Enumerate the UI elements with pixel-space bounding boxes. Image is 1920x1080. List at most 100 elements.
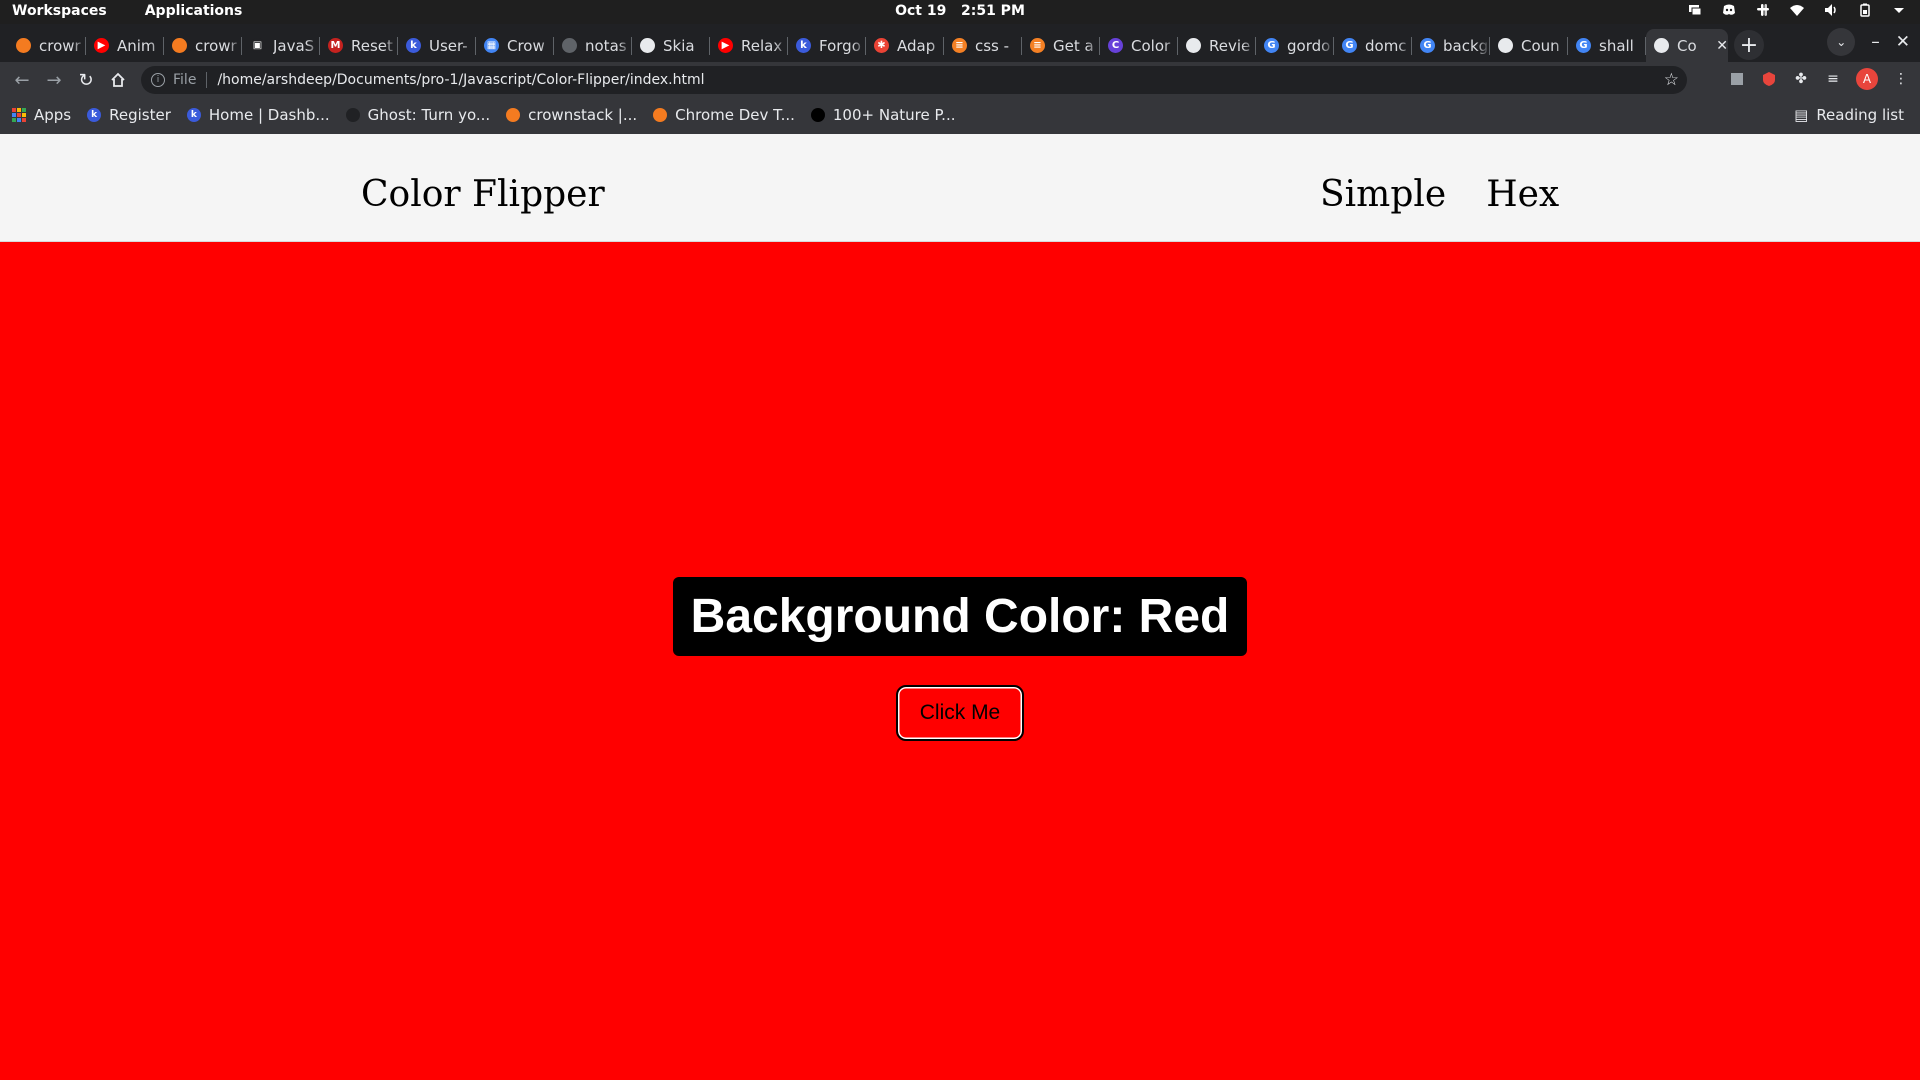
back-arrow-icon[interactable]: ← [9,67,35,93]
tab-title: Revie [1209,36,1251,55]
wifi-icon[interactable] [1790,3,1804,17]
tab-favicon-icon: C [1108,38,1123,53]
slack-icon[interactable] [1756,3,1770,17]
chevron-down-icon[interactable] [1892,3,1906,17]
info-icon[interactable]: i [151,73,165,87]
tab[interactable]: Coun [1490,29,1568,62]
tab-title: JavaS [273,36,315,55]
tab-favicon-icon: ▦ [484,38,499,53]
reading-list-icon: ▤ [1794,106,1809,124]
media-queue-icon[interactable]: ≡ [1824,70,1842,88]
bookmark-item[interactable]: 100+ Nature P... [810,106,956,124]
extension-square-icon[interactable] [1728,70,1746,88]
tab[interactable]: ✱ Adap [866,29,944,62]
window-controls: ⌄ – ✕ [1827,28,1910,56]
bookmark-item[interactable]: Apps [12,106,71,124]
tab-favicon-icon [1654,38,1669,53]
tab-favicon-icon [640,38,655,53]
kebab-menu-icon[interactable]: ⋮ [1892,70,1910,88]
tab-favicon-icon [172,38,187,53]
tab-favicon-icon: ✱ [874,38,889,53]
system-clock[interactable]: Oct 19 2:51 PM [0,3,1920,19]
tab-favicon-icon: ≡ [952,38,967,53]
bookmark-star-icon[interactable]: ☆ [1664,70,1679,90]
tab-title: crowr [39,36,81,55]
tab-search-button[interactable]: ⌄ [1827,28,1856,56]
bookmark-label: Chrome Dev T... [675,106,795,124]
address-bar[interactable]: i File /home/arshdeep/Documents/pro-1/Ja… [141,66,1687,94]
nav-link-hex[interactable]: Hex [1486,174,1559,215]
tab[interactable]: Ggordo [1256,29,1334,62]
tab-favicon-icon: ≡ [1030,38,1045,53]
home-icon[interactable] [105,67,131,93]
tab-active[interactable]: Co ✕ [1646,29,1728,62]
new-tab-button[interactable]: + [1734,30,1764,60]
tab-list: crowr ▶ Anim crowr ▣ JavaS M Reset k User- ▦ Crow no… [8,29,1764,62]
screen-icon[interactable] [1688,3,1702,17]
tab-title: Color [1131,36,1171,55]
tab[interactable]: ▶ Relax [710,29,788,62]
tab[interactable]: crowr [8,29,86,62]
battery-icon[interactable] [1858,3,1872,17]
k-icon: k [186,108,201,122]
tab[interactable]: crowr [164,29,242,62]
close-tab-icon[interactable]: ✕ [1716,38,1728,54]
tab[interactable]: ≡ Get a [1022,29,1100,62]
tab-favicon-icon: G [1264,38,1279,53]
extension-shield-icon[interactable] [1760,70,1778,88]
address-url[interactable]: /home/arshdeep/Documents/pro-1/Javascrip… [217,72,704,88]
tab-favicon-icon [562,38,577,53]
tab-favicon-icon [1186,38,1201,53]
chevron-down-icon: ⌄ [1836,35,1847,49]
profile-avatar[interactable]: A [1856,68,1878,90]
tab[interactable]: ▦ Crow [476,29,554,62]
tab[interactable]: notas [554,29,632,62]
bookmark-item[interactable]: crownstack |... [506,106,637,124]
bookmark-item[interactable]: Ghost: Turn yo... [345,106,490,124]
tab-favicon-icon: G [1420,38,1435,53]
bookmark-label: 100+ Nature P... [832,106,956,124]
tab-favicon-icon [1498,38,1513,53]
bookmark-label: Home | Dashb... [208,106,330,124]
tab[interactable]: M Reset [320,29,398,62]
tab-title: shall [1599,36,1634,55]
crownstack-icon [653,108,668,122]
tab[interactable]: ≡ css - [944,29,1022,62]
bookmark-item[interactable]: k Home | Dashb... [186,106,330,124]
k-icon: k [87,108,102,122]
tab-title: Crow [507,36,545,55]
tab[interactable]: Gshall [1568,29,1646,62]
tab[interactable]: Gbackg [1412,29,1490,62]
volume-icon[interactable] [1824,3,1838,17]
bookmark-label: Register [109,106,171,124]
tab[interactable]: Gdomc [1334,29,1412,62]
tab-title: Relax [741,36,783,55]
click-me-button[interactable]: Click Me [896,685,1024,741]
tab[interactable]: C Color [1100,29,1178,62]
tab-title: User- [429,36,468,55]
tab[interactable]: Skia [632,29,710,62]
close-window-icon[interactable]: ✕ [1896,32,1910,52]
minimize-icon[interactable]: – [1871,32,1880,52]
bookmark-label: crownstack |... [528,106,638,124]
reload-icon[interactable]: ↻ [73,67,99,93]
tab[interactable]: ▣ JavaS [242,29,320,62]
site-nav: Simple Hex [1320,174,1559,215]
extensions-puzzle-icon[interactable]: ✤ [1792,70,1810,88]
forward-arrow-icon[interactable]: → [41,67,67,93]
reading-list-button[interactable]: ▤ Reading list [1794,106,1904,124]
discord-icon[interactable] [1722,3,1736,17]
tab-title: css - [975,36,1010,55]
site-header: Color Flipper Simple Hex [0,134,1920,242]
tab[interactable]: ▶ Anim [86,29,164,62]
tab[interactable]: k Forgo [788,29,866,62]
tab-title: Reset [351,36,393,55]
nav-link-simple[interactable]: Simple [1320,174,1446,215]
tab-title: Co [1677,36,1697,55]
tab[interactable]: k User- [398,29,476,62]
site-title[interactable]: Color Flipper [361,174,605,215]
tab[interactable]: Revie [1178,29,1256,62]
bookmark-item[interactable]: Chrome Dev T... [653,106,795,124]
tab-favicon-icon: G [1576,38,1591,53]
bookmark-item[interactable]: k Register [87,106,171,124]
